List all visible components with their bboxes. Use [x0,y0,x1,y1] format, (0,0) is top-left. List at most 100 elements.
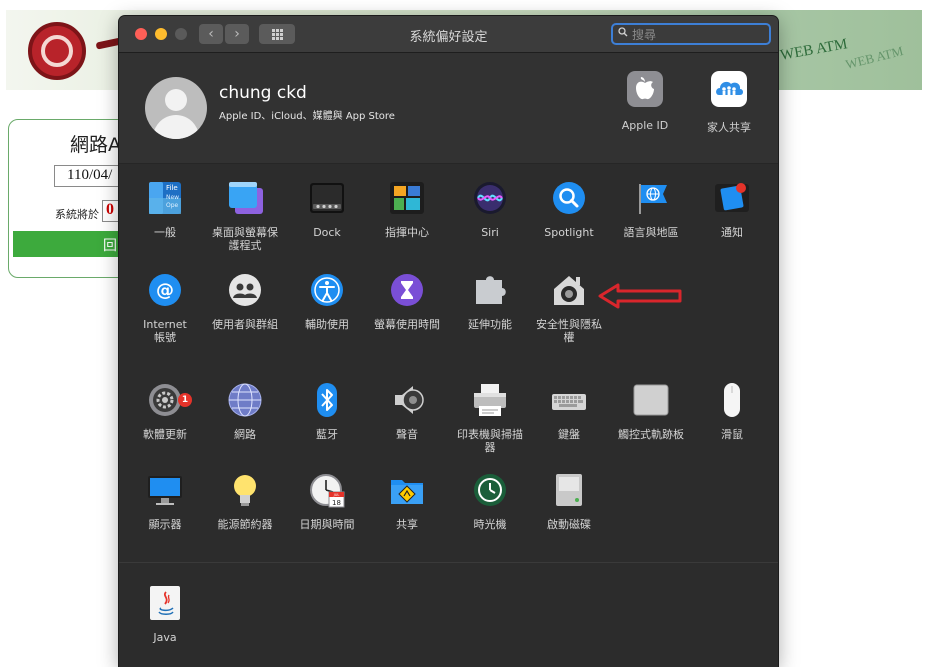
pref-screen-time[interactable]: 螢幕使用時間 [369,272,445,354]
general-icon: File New Ope [149,182,181,214]
pref-startup-disk[interactable]: 啟動磁碟 [531,472,607,554]
pref-label: Java [153,631,177,644]
pref-label: Spotlight [544,226,594,239]
pref-label: 印表機與掃描器 [457,428,523,454]
title-bar: ‹ › 系統偏好設定 [119,16,778,53]
calendar-month: JUL [333,493,340,497]
energy-saver-icon [234,475,256,506]
time-machine-icon [474,474,506,506]
apple-id-icon [627,71,663,107]
pref-extensions[interactable]: 延伸功能 [452,272,528,354]
pref-spotlight[interactable]: Spotlight [531,180,607,262]
pref-internet-accounts[interactable]: @ Internet 帳號 [127,272,203,354]
pref-network[interactable]: 網路 [207,382,283,464]
siri-icon [474,182,506,214]
network-icon [228,383,262,417]
displays-icon [148,476,182,505]
pref-bluetooth[interactable]: 藍牙 [289,382,365,464]
pref-date-time[interactable]: JUL 18 日期與時間 [289,472,365,554]
svg-text:File: File [166,184,178,192]
notifications-icon [715,183,749,212]
pref-label: 聲音 [396,428,418,441]
printers-scanners-icon [474,384,506,416]
family-sharing-icon [711,71,747,107]
keyboard-icon [552,394,586,410]
pref-general[interactable]: File New Ope 一般 [127,180,203,262]
hardware-prefs-section: 軟體更新 網路 藍牙 聲音 印表機與掃描器 鍵盤 觸控式軌跡板 滑鼠 1 顯示器… [119,354,778,563]
bluetooth-icon [317,383,337,417]
pref-users-groups[interactable]: 使用者與群組 [207,272,283,354]
pref-label: 觸控式軌跡板 [618,428,684,441]
pref-label: 日期與時間 [299,518,355,531]
extensions-icon [476,276,506,304]
annotation-arrow-icon [598,283,682,309]
pref-label: 通知 [721,226,743,239]
pref-siri[interactable]: Siri [452,180,528,262]
pref-label: 螢幕使用時間 [374,318,440,331]
return-button-label: 回 [103,238,117,254]
return-button[interactable]: 回 [13,231,131,257]
acct-item-label: 家人共享 [707,121,751,134]
pref-label: 顯示器 [148,518,182,531]
search-icon [618,27,628,37]
pref-java[interactable]: Java [127,585,203,667]
avatar[interactable] [145,77,207,139]
user-subtitle: Apple ID、iCloud、媒體與 App Store [219,111,395,122]
pref-label: 輔助使用 [305,318,349,331]
pref-label: Internet 帳號 [143,318,187,344]
startup-disk-icon [556,474,582,506]
accessibility-icon [311,274,343,306]
pref-printers-scanners[interactable]: 印表機與掃描器 [452,382,528,464]
pref-label: 指揮中心 [385,226,429,239]
pref-mission-control[interactable]: 指揮中心 [369,180,445,262]
pref-label: 一般 [154,226,176,239]
pref-label: 網路 [234,428,256,441]
login-title: 網路A [70,134,121,156]
pref-label: 鍵盤 [558,428,580,441]
pref-trackpad[interactable]: 觸控式軌跡板 [613,382,689,464]
users-groups-icon [229,274,261,306]
pref-desktop-screensaver[interactable]: 桌面與螢幕保護程式 [207,180,283,262]
pref-mouse[interactable]: 滑鼠 [694,382,770,464]
security-privacy-icon [554,276,584,305]
pref-label: 藍牙 [316,428,338,441]
dock-icon [310,183,344,213]
svg-text:@: @ [156,280,174,301]
personal-prefs-section: File New Ope 一般 桌面與螢幕保護程式 Dock 指揮中心 Siri… [119,164,778,355]
desktop-screensaver-icon [229,182,263,214]
screen-time-icon [391,274,423,306]
pref-label: Siri [481,226,499,239]
date-field[interactable]: 110/04/ [54,165,126,187]
mission-control-icon [390,182,424,214]
pref-software-update[interactable]: 軟體更新 [127,382,203,464]
system-notice: 系統將於 [55,208,99,221]
pref-label: 啟動磁碟 [547,518,591,531]
pref-sound[interactable]: 聲音 [369,382,445,464]
date-time-icon: JUL 18 [310,474,345,508]
pref-keyboard[interactable]: 鍵盤 [531,382,607,464]
account-header: chung ckd Apple ID、iCloud、媒體與 App Store … [119,53,778,164]
pref-energy-saver[interactable]: 能源節約器 [207,472,283,554]
mouse-icon [724,383,740,417]
pref-label: 語言與地區 [623,226,679,239]
pref-displays[interactable]: 顯示器 [127,472,203,554]
pref-time-machine[interactable]: 時光機 [452,472,528,554]
pref-sharing[interactable]: 共享 [369,472,445,554]
java-icon [150,586,180,620]
bank-logo [28,22,86,80]
pref-language-region[interactable]: 語言與地區 [613,180,689,262]
pref-label: Dock [313,226,341,239]
trackpad-icon [633,384,669,416]
calendar-day: 18 [332,499,341,507]
pref-dock[interactable]: Dock [289,180,365,262]
pref-label: 時光機 [473,518,507,531]
user-name: chung ckd [219,83,307,103]
pref-accessibility[interactable]: 輔助使用 [289,272,365,354]
search-box[interactable] [611,23,771,45]
pref-label: 共享 [396,518,418,531]
update-badge: 1 [178,393,192,407]
pref-notifications[interactable]: 通知 [694,180,770,262]
search-input[interactable] [630,26,764,44]
spotlight-icon [553,182,585,214]
pref-label: 桌面與螢幕保護程式 [212,226,278,252]
